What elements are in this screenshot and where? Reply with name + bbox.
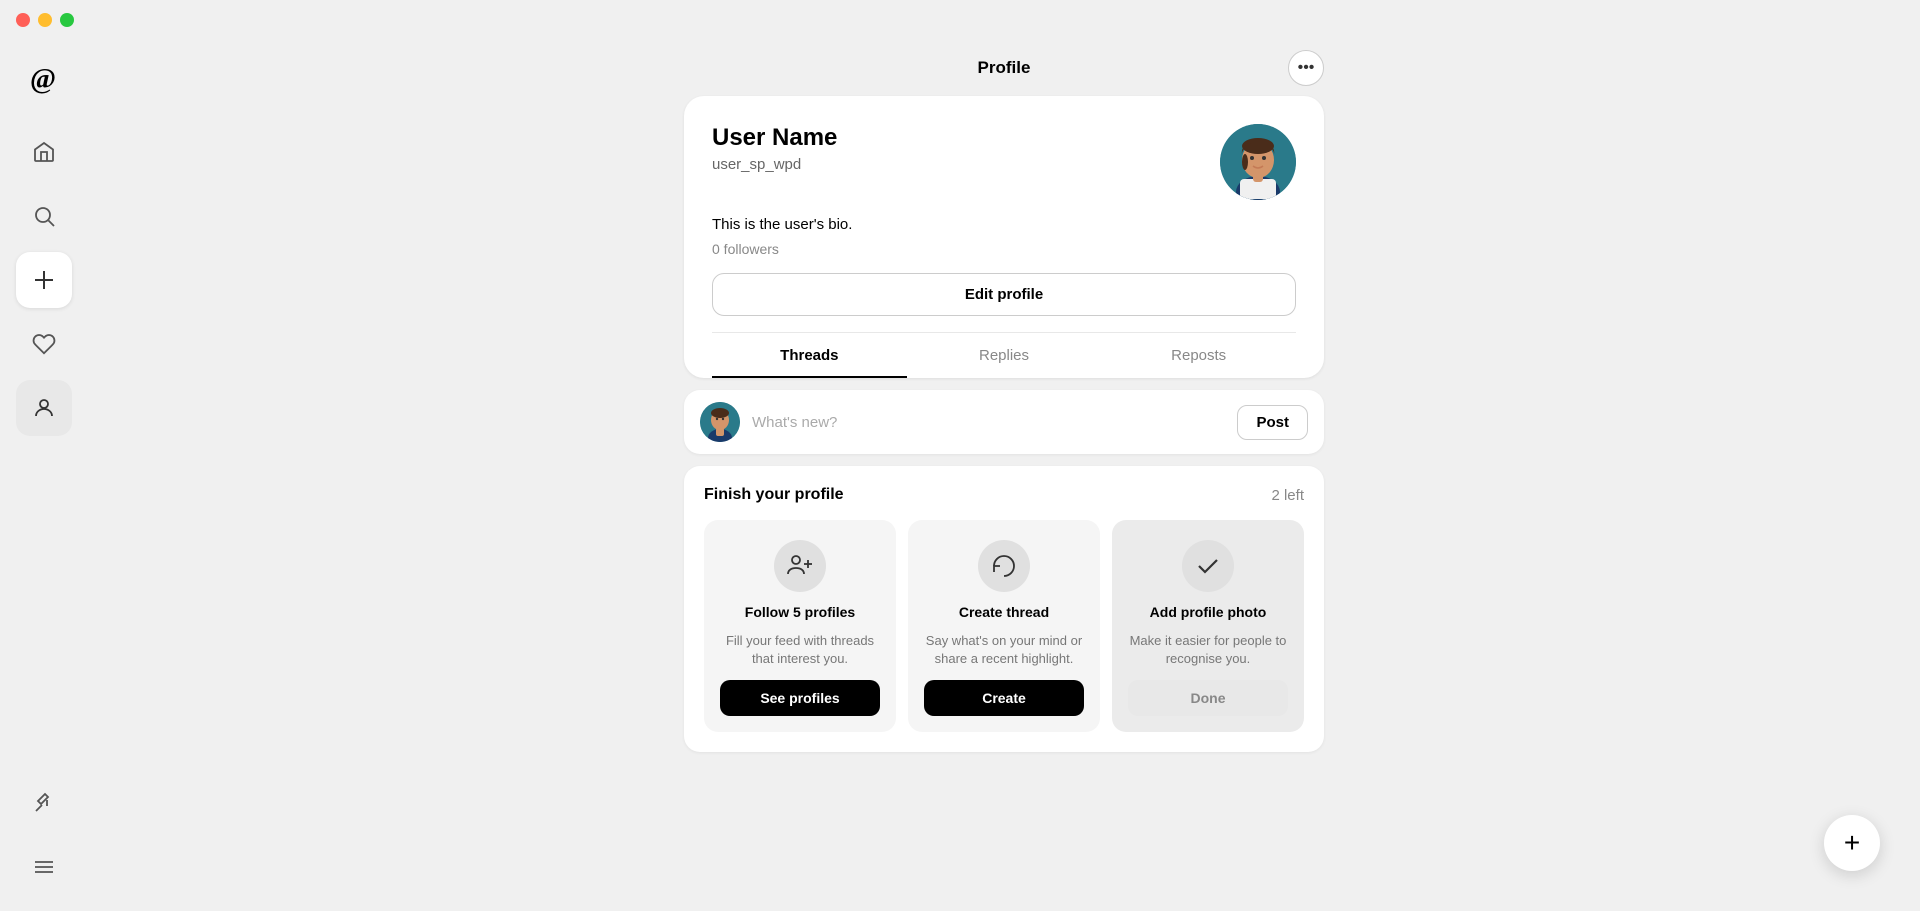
post-button[interactable]: Post — [1237, 405, 1308, 440]
sidebar-item-more[interactable] — [16, 839, 72, 895]
finish-profile-section: Finish your profile 2 left — [684, 466, 1324, 752]
thread-card-title: Create thread — [959, 604, 1049, 620]
sidebar-item-pin[interactable] — [16, 775, 72, 831]
profile-name: User Name — [712, 124, 837, 152]
edit-profile-button[interactable]: Edit profile — [712, 273, 1296, 316]
app-logo: @ — [22, 56, 66, 100]
thread-avatar — [700, 402, 740, 442]
profile-details: User Name user_sp_wpd — [712, 124, 837, 173]
new-thread-placeholder[interactable]: What's new? — [752, 414, 1225, 431]
content-area: Profile ••• User Name user_sp_wpd — [88, 40, 1920, 911]
title-bar — [0, 0, 1920, 40]
sidebar-item-profile[interactable] — [16, 380, 72, 436]
sidebar-nav — [16, 124, 72, 775]
profile-card: User Name user_sp_wpd — [684, 96, 1324, 378]
profile-handle: user_sp_wpd — [712, 156, 837, 173]
finish-profile-header: Finish your profile 2 left — [704, 486, 1304, 504]
follow-card-title: Follow 5 profiles — [745, 604, 855, 620]
sidebar-item-home[interactable] — [16, 124, 72, 180]
sidebar-item-activity[interactable] — [16, 316, 72, 372]
thread-card-desc: Say what's on your mind or share a recen… — [924, 632, 1084, 668]
tab-threads[interactable]: Threads — [712, 333, 907, 378]
finish-card-follow: Follow 5 profiles Fill your feed with th… — [704, 520, 896, 732]
finish-profile-title: Finish your profile — [704, 486, 844, 504]
below-card: What's new? Post Finish your profile 2 l… — [684, 378, 1324, 752]
see-profiles-button[interactable]: See profiles — [720, 680, 880, 716]
finish-cards: Follow 5 profiles Fill your feed with th… — [704, 520, 1304, 732]
followers-count: 0 followers — [712, 241, 1296, 257]
follow-icon — [774, 540, 826, 592]
close-button[interactable] — [16, 13, 30, 27]
more-options-button[interactable]: ••• — [1288, 50, 1324, 86]
minimize-button[interactable] — [38, 13, 52, 27]
maximize-button[interactable] — [60, 13, 74, 27]
tab-replies[interactable]: Replies — [907, 333, 1102, 378]
checkmark-icon — [1182, 540, 1234, 592]
tab-reposts[interactable]: Reposts — [1101, 333, 1296, 378]
page-header: Profile ••• — [684, 40, 1324, 96]
finish-card-photo: Add profile photo Make it easier for peo… — [1112, 520, 1304, 732]
page-title: Profile — [978, 58, 1031, 78]
app-container: @ — [0, 40, 1920, 911]
sidebar-bottom — [16, 775, 72, 895]
follow-card-desc: Fill your feed with threads that interes… — [720, 632, 880, 668]
create-thread-button[interactable]: Create — [924, 680, 1084, 716]
traffic-lights — [16, 13, 74, 27]
create-thread-icon — [978, 540, 1030, 592]
sidebar-item-search[interactable] — [16, 188, 72, 244]
fab-button[interactable]: + — [1824, 815, 1880, 871]
profile-info: User Name user_sp_wpd — [712, 124, 1296, 200]
sidebar-item-create[interactable] — [16, 252, 72, 308]
svg-text:@: @ — [30, 64, 56, 95]
photo-card-desc: Make it easier for people to recognise y… — [1128, 632, 1288, 668]
profile-bio: This is the user's bio. — [712, 216, 1296, 233]
profile-tabs: Threads Replies Reposts — [712, 332, 1296, 378]
photo-card-title: Add profile photo — [1150, 604, 1267, 620]
finish-profile-count: 2 left — [1271, 487, 1304, 504]
finish-card-thread: Create thread Say what's on your mind or… — [908, 520, 1100, 732]
new-thread-bar: What's new? Post — [684, 390, 1324, 454]
sidebar: @ — [0, 40, 88, 911]
done-button[interactable]: Done — [1128, 680, 1288, 716]
avatar — [1220, 124, 1296, 200]
